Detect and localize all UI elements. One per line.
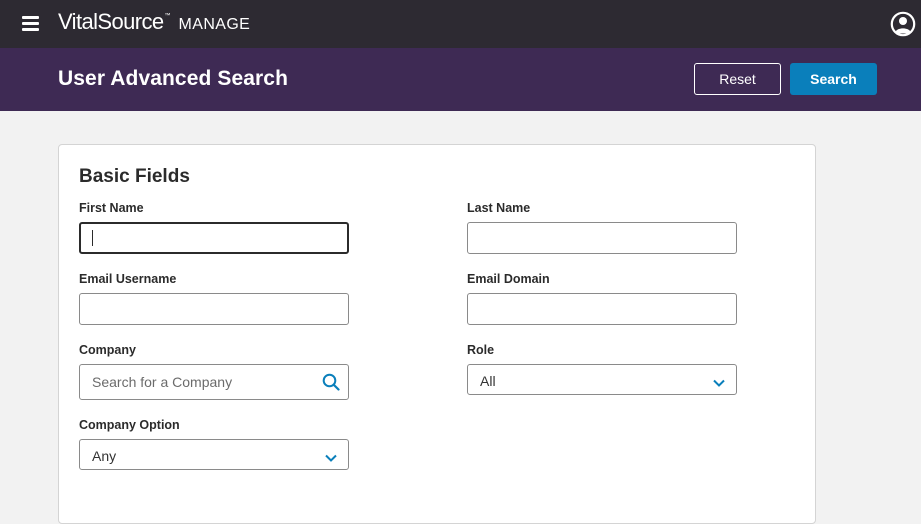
company-option-selected-value: Any [92, 448, 117, 464]
first-name-label: First Name [79, 201, 144, 215]
last-name-label: Last Name [467, 201, 531, 215]
page-title: User Advanced Search [58, 67, 288, 90]
search-button[interactable]: Search [790, 63, 877, 95]
top-navigation-bar: VitalSource ™ MANAGE [0, 0, 921, 48]
search-icon[interactable] [322, 373, 340, 391]
hamburger-menu-icon[interactable] [20, 13, 42, 35]
company-label: Company [79, 343, 136, 357]
chevron-down-icon [712, 375, 726, 387]
role-label: Role [467, 343, 495, 357]
company-search-input[interactable] [79, 364, 349, 400]
brand-trademark: ™ [164, 13, 171, 19]
email-domain-input[interactable] [467, 293, 737, 325]
last-name-input[interactable] [467, 222, 737, 254]
company-option-label: Company Option [79, 418, 180, 432]
brand-logo[interactable]: VitalSource ™ MANAGE [58, 9, 250, 39]
user-account-icon[interactable] [890, 11, 916, 37]
email-username-label: Email Username [79, 272, 177, 286]
section-title: Basic Fields [79, 166, 190, 187]
role-selected-value: All [480, 373, 496, 389]
text-cursor [92, 230, 93, 246]
reset-button[interactable]: Reset [694, 63, 781, 95]
role-select[interactable]: All [467, 364, 737, 395]
email-username-input[interactable] [79, 293, 349, 325]
brand-product: MANAGE [178, 16, 251, 33]
first-name-input[interactable] [79, 222, 349, 254]
company-option-select[interactable]: Any [79, 439, 349, 470]
brand-name: VitalSource [58, 9, 164, 34]
email-domain-label: Email Domain [467, 272, 550, 286]
chevron-down-icon [324, 450, 338, 462]
